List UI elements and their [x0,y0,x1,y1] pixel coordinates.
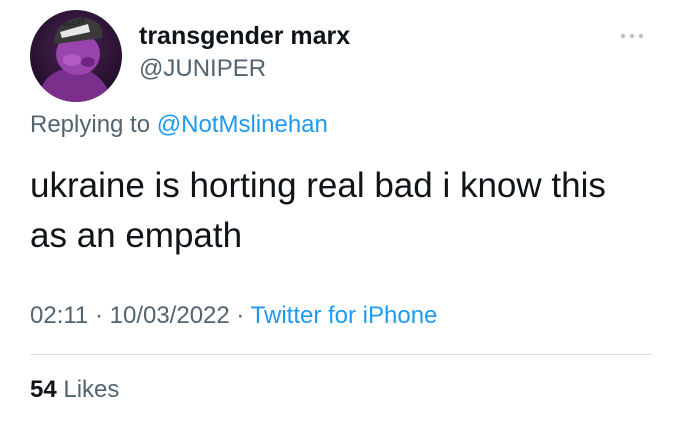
author-display-name[interactable]: transgender marx [139,22,350,51]
tweet-meta: 02:11 · 10/03/2022 · Twitter for iPhone [30,302,437,330]
ellipsis-horizontal-icon[interactable] [618,28,650,44]
avatar[interactable]: PRESS [30,10,122,102]
tweet-source-link[interactable]: Twitter for iPhone [251,302,438,329]
tweet-date[interactable]: 10/03/2022 [110,302,230,329]
meta-separator: · [236,302,245,329]
reply-mention-link[interactable]: @NotMslinehan [157,111,328,138]
tweet-time[interactable]: 02:11 [30,302,88,329]
divider [30,354,652,355]
author-handle[interactable]: @JUNIPER [139,55,266,83]
meta-separator: · [94,302,103,329]
likes-stat[interactable]: 54 Likes [30,376,119,404]
tweet-text: ukraine is horting real bad i know this … [30,166,606,255]
reply-context: Replying to @NotMslinehan [30,111,328,139]
reply-prefix: Replying to [30,111,151,138]
likes-label: Likes [63,376,120,403]
tweet-card: PRESS transgender marx @JUNIPER Replying… [0,0,680,423]
likes-count: 54 [30,376,57,403]
